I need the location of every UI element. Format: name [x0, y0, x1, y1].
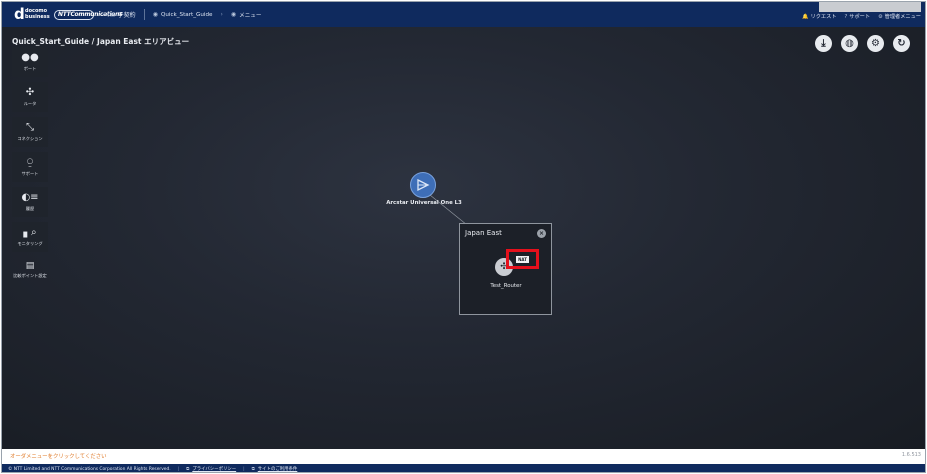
site-terms-link[interactable]: サイトのご利用条件: [258, 466, 298, 472]
docomo-mark: d: [14, 4, 25, 23]
footer-divider: |: [243, 466, 245, 472]
help-icon: ?: [844, 14, 848, 20]
router-label: Test_Router: [490, 283, 522, 289]
gear-icon: ⚙: [878, 14, 883, 20]
network-cloud-icon: [417, 178, 430, 192]
chevron-right-icon: ›: [220, 11, 223, 18]
admin-menu-link[interactable]: ⚙ 管理者メニュー: [878, 13, 921, 20]
bell-icon: 🔔: [802, 14, 809, 20]
area-view-canvas[interactable]: Quick_Start_Guide / Japan East エリアビュー ●●…: [2, 27, 925, 460]
support-label: サポート: [849, 14, 871, 20]
version-label: 1.6.513: [901, 452, 921, 458]
header-divider: [143, 9, 145, 20]
copyright-text: © NTT Limited and NTT Communications Cor…: [8, 466, 171, 472]
contract-icon: ⊣≡: [102, 10, 116, 19]
ntt-communications-logo: NTTCommunications: [54, 9, 123, 20]
order-menu-hint: オーダメニューをクリックしてください: [10, 454, 107, 460]
privacy-policy-link[interactable]: プライバシーポリシー: [192, 466, 236, 472]
area-panel-japan-east[interactable]: Japan East × ✣ NAT Test_Router: [459, 223, 552, 315]
support-link[interactable]: ? サポート: [844, 13, 870, 20]
request-link[interactable]: 🔔 リクエスト: [802, 13, 836, 20]
breadcrumb-dot-icon: ◉: [230, 11, 237, 18]
close-icon[interactable]: ×: [537, 229, 546, 238]
app-frame: d docomo business NTTCommunications ⊣≡ 子…: [1, 1, 926, 473]
header-user-tab[interactable]: [819, 2, 921, 12]
external-link-icon: ⧉: [186, 467, 190, 472]
docomo-business-logo[interactable]: d docomo business: [14, 4, 50, 23]
contract-label: 子契約: [117, 12, 136, 19]
nat-highlight-box: NAT: [506, 249, 539, 269]
breadcrumb-item-project[interactable]: Quick_Start_Guide: [161, 12, 213, 18]
arcstar-universal-one-node[interactable]: [410, 172, 436, 198]
breadcrumb-item-menu[interactable]: メニュー: [239, 11, 261, 19]
request-label: リクエスト: [810, 14, 837, 20]
external-link-icon: ⧉: [251, 467, 255, 472]
footer: © NTT Limited and NTT Communications Cor…: [2, 464, 925, 472]
top-header: d docomo business NTTCommunications ⊣≡ 子…: [2, 2, 925, 27]
breadcrumb-dot-icon: ◉: [152, 11, 158, 18]
contract-selector[interactable]: ⊣≡ 子契約: [102, 10, 136, 19]
breadcrumb: ◉ Quick_Start_Guide › ◉ メニュー: [153, 11, 262, 19]
admin-menu-label: 管理者メニュー: [884, 14, 921, 20]
area-title: Japan East: [465, 229, 502, 237]
footer-divider: |: [177, 466, 180, 472]
business-word: business: [25, 13, 50, 20]
arcstar-universal-one-label: Arcstar Universal One L3: [386, 200, 462, 206]
nat-badge[interactable]: NAT: [516, 255, 529, 263]
header-right-links: 🔔 リクエスト ? サポート ⚙ 管理者メニュー: [802, 13, 921, 20]
